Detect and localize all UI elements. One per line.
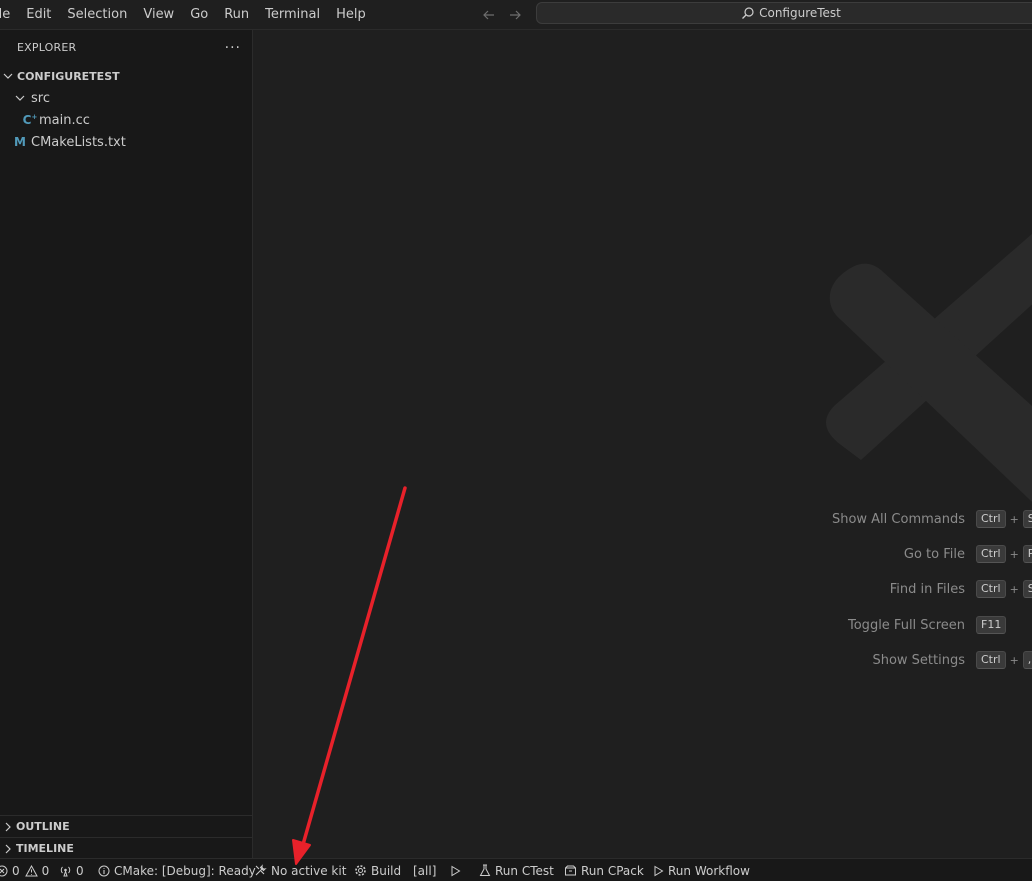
back-arrow-icon[interactable]	[478, 4, 500, 26]
tree-file-label: CMakeLists.txt	[31, 134, 126, 150]
run-cpack-label: Run CPack	[581, 863, 644, 878]
key: Ctrl	[976, 580, 1006, 598]
shortcut-keys: Ctrl + ,	[976, 650, 1032, 670]
explorer-header: EXPLORER ···	[0, 30, 253, 65]
gear-icon	[355, 865, 366, 876]
chevron-down-icon	[12, 90, 28, 106]
status-bar: 0 0 0 CMake: [Debug]: Ready No active ki…	[0, 858, 1032, 881]
cmake-status-label: CMake: [Debug]: Ready	[114, 863, 256, 878]
shortcut-label: Show Settings	[872, 652, 965, 668]
cmake-status[interactable]: CMake: [Debug]: Ready	[98, 859, 256, 881]
key: Sh	[1022, 510, 1032, 528]
shortcut-keys: Ctrl + Sh	[976, 579, 1032, 599]
shortcut-row: Show All Commands	[253, 509, 965, 529]
cmake-file-icon: M	[14, 135, 26, 149]
kit-label: No active kit	[271, 863, 347, 878]
menu-file[interactable]: ile	[0, 0, 18, 30]
cmake-kit-selector[interactable]: No active kit	[254, 859, 346, 881]
shortcut-keys: F11	[976, 615, 1007, 635]
run-workflow-label: Run Workflow	[668, 863, 750, 878]
menu-go[interactable]: Go	[182, 0, 216, 30]
title-bar: ile Edit Selection View Go Run Terminal …	[0, 0, 1032, 30]
chevron-right-icon	[0, 821, 16, 833]
key: ,	[1022, 651, 1032, 669]
tree-root-label: CONFIGURETEST	[17, 69, 120, 83]
command-center[interactable]: ConfigureTest	[536, 2, 1032, 24]
shortcut-row: Show Settings	[253, 650, 965, 670]
outline-section[interactable]: OUTLINE	[0, 815, 253, 837]
broadcast-icon	[60, 866, 71, 876]
run-workflow-button[interactable]: Run Workflow	[653, 859, 750, 881]
play-icon	[654, 865, 664, 876]
key: P	[1022, 545, 1032, 563]
error-count: 0	[12, 863, 20, 878]
tree-folder-src[interactable]: src	[0, 87, 253, 109]
key: Ctrl	[976, 545, 1006, 563]
key-plus: +	[1009, 653, 1019, 667]
cpp-file-icon: C+	[22, 113, 38, 127]
tools-icon	[255, 864, 267, 876]
menu-help[interactable]: Help	[328, 0, 374, 30]
run-ctest-button[interactable]: Run CTest	[479, 859, 554, 881]
menu-selection[interactable]: Selection	[59, 0, 135, 30]
shortcut-keys: Ctrl + Sh	[976, 509, 1032, 529]
outline-label: OUTLINE	[16, 820, 70, 833]
warning-icon	[24, 864, 38, 876]
build-label: Build	[371, 863, 402, 878]
beaker-icon	[479, 864, 491, 876]
shortcut-label: Toggle Full Screen	[848, 617, 965, 633]
tree-folder-label: src	[31, 90, 50, 106]
sidebar-explorer: EXPLORER ··· CONFIGURETEST src C+ main.c…	[0, 30, 253, 858]
key-plus: +	[1009, 547, 1019, 561]
shortcut-label: Go to File	[903, 546, 965, 562]
tree-file-label: main.cc	[39, 112, 90, 128]
tree-root-configuretest[interactable]: CONFIGURETEST	[0, 65, 253, 87]
menu-edit[interactable]: Edit	[18, 0, 59, 30]
shortcut-label: Show All Commands	[831, 511, 965, 527]
debug-launch-button[interactable]	[450, 859, 465, 881]
menu-terminal[interactable]: Terminal	[257, 0, 328, 30]
problems-indicator[interactable]: 0 0	[0, 859, 49, 881]
editor-area: Show All Commands Ctrl + Sh Go to File C…	[253, 30, 1032, 858]
warning-count: 0	[41, 863, 50, 878]
error-icon	[0, 865, 8, 876]
run-cpack-button[interactable]: Run CPack	[564, 859, 644, 881]
key-plus: +	[1009, 512, 1019, 526]
more-actions-icon[interactable]: ···	[225, 40, 241, 56]
info-icon	[98, 865, 110, 876]
shortcut-label: Find in Files	[889, 581, 965, 597]
key: Ctrl	[976, 651, 1006, 669]
command-center-label: ConfigureTest	[759, 6, 841, 20]
timeline-section[interactable]: TIMELINE	[0, 837, 253, 859]
build-button[interactable]: Build	[354, 859, 401, 881]
build-target-label: [all]	[413, 863, 437, 878]
ports-count: 0	[76, 863, 84, 878]
menu-bar: ile Edit Selection View Go Run Terminal …	[0, 0, 374, 30]
timeline-label: TIMELINE	[16, 842, 74, 855]
forward-arrow-icon[interactable]	[504, 4, 526, 26]
search-icon	[742, 7, 754, 19]
tree-file-cmakelists[interactable]: M CMakeLists.txt	[0, 131, 253, 153]
vscode-logo-icon	[826, 233, 1032, 502]
run-ctest-label: Run CTest	[495, 863, 554, 878]
shortcut-keys: Ctrl + P	[976, 544, 1032, 564]
chevron-right-icon	[0, 843, 16, 855]
chevron-down-icon	[0, 68, 16, 84]
key: Sh	[1022, 580, 1032, 598]
menu-view[interactable]: View	[135, 0, 182, 30]
key: F11	[976, 616, 1007, 634]
ports-indicator[interactable]: 0	[59, 859, 84, 881]
key-plus: +	[1009, 582, 1019, 596]
tree-file-main-cc[interactable]: C+ main.cc	[0, 109, 253, 131]
play-icon	[451, 865, 461, 876]
shortcut-row: Toggle Full Screen	[253, 615, 965, 635]
package-icon	[565, 865, 576, 875]
build-target-selector[interactable]: [all]	[413, 859, 436, 881]
explorer-title: EXPLORER	[17, 41, 77, 54]
key: Ctrl	[976, 510, 1006, 528]
menu-run[interactable]: Run	[216, 0, 257, 30]
shortcut-row: Go to File	[253, 544, 965, 564]
shortcut-row: Find in Files	[253, 579, 965, 599]
